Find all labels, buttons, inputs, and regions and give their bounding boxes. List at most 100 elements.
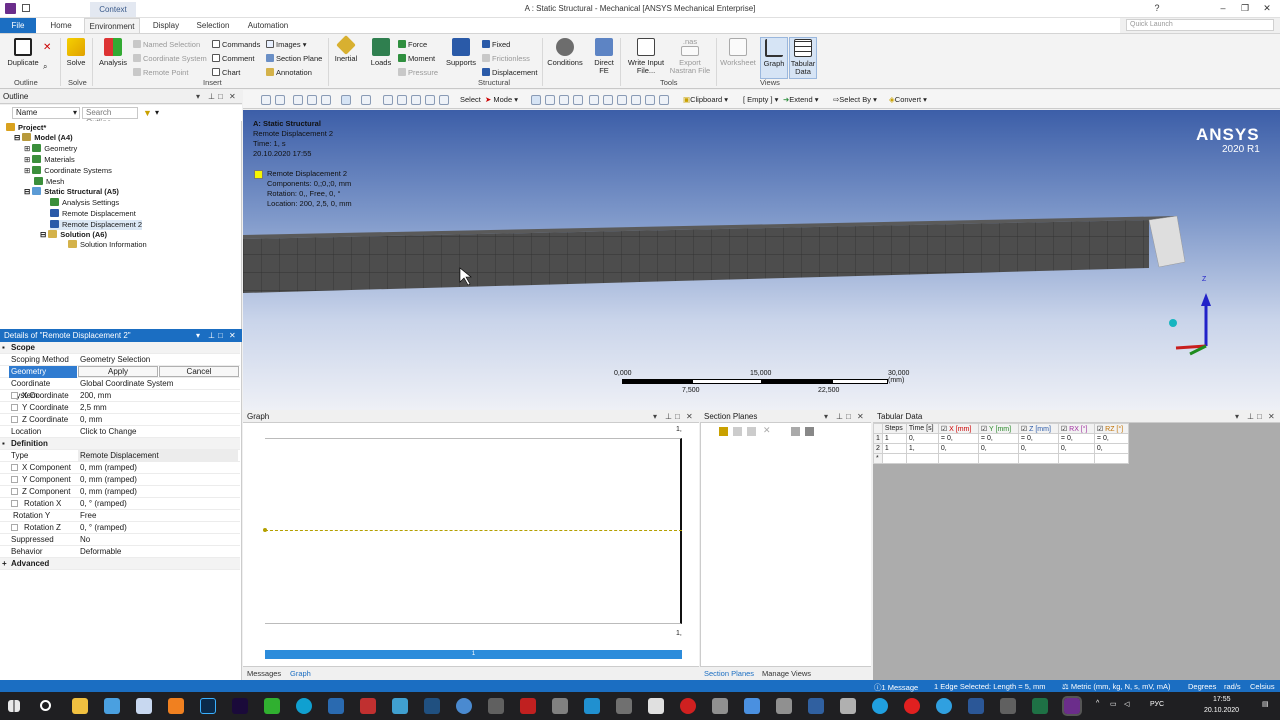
temperature-unit-status[interactable]: Celsius (1250, 682, 1275, 691)
search-icon[interactable]: ⌕ (43, 62, 47, 72)
select-all-icon[interactable] (645, 95, 655, 105)
tab-environment[interactable]: Environment (84, 18, 140, 33)
row-type[interactable]: Type Remote Displacement (0, 450, 240, 462)
loads-button[interactable]: Loads (368, 38, 394, 67)
app-icon[interactable] (712, 698, 728, 714)
row-x-component[interactable]: X Component 0, mm (ramped) (0, 462, 240, 474)
section-definition[interactable]: ▪ Definition (0, 438, 240, 450)
app-icon[interactable] (360, 698, 376, 714)
app-icon[interactable] (264, 698, 280, 714)
help-button[interactable]: ? (1150, 3, 1164, 13)
row-behavior[interactable]: Behavior Deformable (0, 546, 240, 558)
write-input-file-button[interactable]: Write Input File... (624, 38, 668, 75)
tree-item-remote-displacement-2[interactable]: Remote Displacement 2 (50, 220, 143, 230)
supports-button[interactable]: Supports (444, 38, 478, 67)
close-button[interactable]: ✕ (1260, 3, 1274, 14)
select-element-face-icon[interactable] (603, 95, 613, 105)
show-vertices-icon[interactable] (341, 95, 351, 105)
tree-item-analysis-settings[interactable]: Analysis Settings (50, 198, 119, 208)
row-rotation-x[interactable]: Rotation X 0, ° (ramped) (0, 498, 240, 510)
word-icon[interactable] (968, 698, 984, 714)
shaded-icon[interactable] (307, 95, 317, 105)
select-button[interactable]: Select (460, 95, 481, 104)
app-icon[interactable] (5, 3, 16, 14)
tree-item-mesh[interactable]: Mesh (34, 177, 64, 187)
tree-item-geometry[interactable]: ⊞ Geometry (24, 144, 77, 154)
maximize-panel-icon[interactable]: □ (1257, 411, 1262, 423)
tab-section-planes[interactable]: Section Planes (704, 669, 754, 678)
app-icon[interactable] (424, 698, 440, 714)
tree-item-model[interactable]: ⊟ Model (A4) (14, 133, 73, 143)
pressure-button[interactable]: Pressure (398, 68, 438, 77)
tree-item-materials[interactable]: ⊞ Materials (24, 155, 75, 165)
commands-button[interactable]: Commands (212, 40, 260, 49)
solve-button[interactable]: Solve (64, 38, 88, 67)
graph-timeline-bar[interactable]: 1 (265, 650, 682, 659)
notifications-icon[interactable]: ▤ (1262, 700, 1269, 708)
premiere-icon[interactable] (232, 698, 248, 714)
tab-graph[interactable]: Graph (290, 669, 311, 678)
extend-dropdown[interactable]: ➜Extend ▾ (783, 95, 819, 104)
images-button[interactable]: Images ▾ (266, 40, 306, 49)
zoom-icon[interactable] (397, 95, 407, 105)
col-rx[interactable]: ☑ RX [°] (1057, 423, 1095, 434)
box-zoom-icon[interactable] (411, 95, 421, 105)
convert-dropdown[interactable]: ◈Convert ▾ (889, 95, 927, 104)
tab-file[interactable]: File (0, 18, 36, 33)
maximize-panel-icon[interactable]: □ (846, 411, 851, 423)
parameter-checkbox[interactable] (11, 476, 18, 483)
fit-icon[interactable] (425, 95, 435, 105)
row-coordinate-system[interactable]: Coordinate System Global Coordinate Syste… (0, 378, 240, 400)
edges-icon[interactable] (321, 95, 331, 105)
row-suppressed[interactable]: Suppressed No (0, 534, 240, 546)
row-x-coordinate[interactable]: X Coordinate 200, mm (0, 390, 240, 402)
row-z-coordinate[interactable]: Z Coordinate 0, mm (0, 414, 240, 426)
language-indicator[interactable]: РУС (1150, 701, 1164, 708)
tab-manage-views[interactable]: Manage Views (762, 669, 811, 678)
telegram-icon[interactable] (936, 698, 952, 714)
displacement-button[interactable]: Displacement (482, 68, 537, 77)
display-whole-elements-icon[interactable] (791, 427, 800, 436)
select-vertex-icon[interactable] (531, 95, 541, 105)
expand-icon[interactable]: ⊞ (24, 144, 30, 153)
app-icon[interactable] (584, 698, 600, 714)
section-plane-button[interactable]: Section Plane (266, 54, 322, 63)
section-scope[interactable]: ▪ Scope (0, 342, 240, 354)
close-panel-icon[interactable]: ✕ (229, 90, 236, 104)
remote-point-button[interactable]: Remote Point (133, 68, 188, 77)
app-icon[interactable] (168, 698, 184, 714)
autohide-icon[interactable]: ⊥ (836, 411, 843, 423)
expand-icon[interactable]: ⊞ (24, 166, 30, 175)
file-explorer-icon[interactable] (72, 698, 88, 714)
close-panel-icon[interactable]: ✕ (229, 329, 236, 342)
moment-button[interactable]: Moment (398, 54, 435, 63)
tab-automation[interactable]: Automation (242, 18, 294, 33)
annotation-button[interactable]: Annotation (266, 68, 312, 77)
parameter-checkbox[interactable] (11, 524, 18, 531)
force-button[interactable]: Force (398, 40, 427, 49)
outline-search-input[interactable]: Search Outline (82, 107, 138, 127)
row-rotation-z[interactable]: Rotation Z 0, ° (ramped) (0, 522, 240, 534)
graphics-viewport[interactable]: Z (243, 110, 1280, 410)
show-section-plane-icon[interactable] (747, 427, 756, 436)
wireframe-icon[interactable] (293, 95, 303, 105)
app-icon[interactable] (808, 698, 824, 714)
pin-icon[interactable]: ▾ (653, 411, 657, 423)
collapse-icon[interactable]: ⊟ (14, 133, 20, 142)
tree-item-static-structural[interactable]: ⊟ Static Structural (A5) (24, 187, 119, 197)
mechanical-taskbar-icon[interactable] (1062, 696, 1082, 716)
rotational-velocity-status[interactable]: rad/s (1224, 682, 1241, 691)
rotate-icon[interactable] (361, 95, 371, 105)
fixed-button[interactable]: Fixed (482, 40, 510, 49)
photoshop-icon[interactable] (200, 698, 216, 714)
pin-icon[interactable]: ▾ (824, 411, 828, 423)
delete-icon[interactable]: ✕ (43, 42, 51, 53)
row-z-component[interactable]: Z Component 0, mm (ramped) (0, 486, 240, 498)
collapse-icon[interactable]: ⊟ (40, 230, 46, 239)
magnifier-icon[interactable] (439, 95, 449, 105)
close-panel-icon[interactable]: ✕ (686, 411, 693, 423)
maximize-panel-icon[interactable]: □ (675, 411, 680, 423)
pan-icon[interactable] (383, 95, 393, 105)
tab-home[interactable]: Home (44, 18, 78, 33)
app-icon[interactable] (1000, 698, 1016, 714)
